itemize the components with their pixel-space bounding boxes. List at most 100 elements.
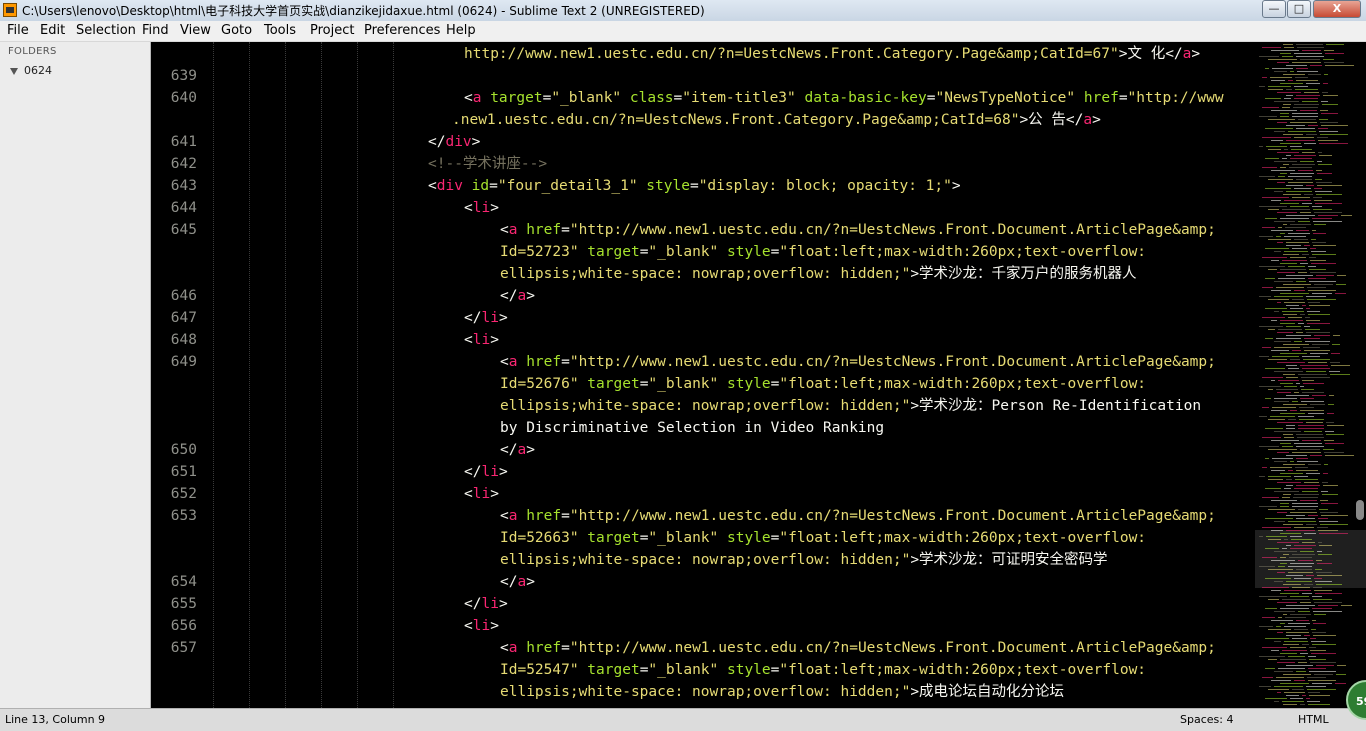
minimap-code-stroke — [1286, 89, 1292, 90]
minimap-code-stroke — [1303, 383, 1324, 384]
minimap-code-stroke — [1319, 521, 1338, 522]
menu-project[interactable]: Project — [310, 23, 354, 38]
minimap-code-stroke — [1296, 569, 1312, 570]
minimap-code-stroke — [1283, 674, 1311, 675]
minimap-code-stroke — [1298, 416, 1314, 417]
minimap-code-stroke — [1296, 383, 1300, 384]
code-token: li — [481, 596, 499, 612]
minimap-code-stroke — [1296, 671, 1306, 672]
code-token: style — [718, 376, 771, 392]
menu-file[interactable]: File — [7, 23, 29, 38]
minimap-code-stroke — [1304, 533, 1316, 534]
minimap-code-stroke — [1303, 347, 1320, 348]
code-token: href — [517, 508, 562, 524]
minimap-code-stroke — [1262, 137, 1291, 138]
menu-find[interactable]: Find — [142, 23, 169, 38]
minimap-code-stroke — [1274, 341, 1291, 342]
minimap-code-stroke — [1294, 578, 1311, 579]
minimap-code-stroke — [1322, 494, 1338, 495]
minimap-code-stroke — [1304, 245, 1310, 246]
code-token: ellipsis;white-space: nowrap;overflow: h… — [500, 684, 911, 700]
minimap-code-stroke — [1306, 83, 1320, 84]
minimap-code-stroke — [1293, 497, 1318, 498]
minimap-code-stroke — [1302, 368, 1330, 369]
minimap-code-stroke — [1337, 665, 1346, 666]
minimap-code-stroke — [1325, 65, 1354, 66]
minimap-code-stroke — [1259, 236, 1273, 237]
maximize-button[interactable]: □ — [1287, 0, 1311, 18]
minimap-code-stroke — [1262, 437, 1281, 438]
code-token: </ — [464, 310, 482, 326]
minimap-code-stroke — [1312, 242, 1326, 243]
minimap-code-stroke — [1322, 92, 1328, 93]
code-token: div — [445, 134, 472, 150]
menu-selection[interactable]: Selection — [76, 23, 136, 38]
minimap-code-stroke — [1307, 701, 1320, 702]
minimize-button[interactable]: — — [1262, 0, 1286, 18]
minimap-code-stroke — [1271, 110, 1297, 111]
minimap-code-stroke — [1309, 281, 1336, 282]
code-editor[interactable]: 639 640 641 642 643 644 645 646 647 648 649 650 651 6… — [151, 42, 1255, 708]
minimap-code-stroke — [1312, 293, 1332, 294]
menu-preferences[interactable]: Preferences — [364, 23, 440, 38]
code-token: a — [517, 574, 527, 590]
scrollbar-thumb[interactable] — [1356, 500, 1364, 520]
minimap-code-stroke — [1290, 410, 1297, 411]
minimap-code-stroke — [1310, 638, 1316, 639]
minimap-code-stroke — [1268, 419, 1285, 420]
sublime-app-icon[interactable] — [3, 3, 17, 17]
line-number: 656 — [170, 618, 197, 634]
minimap-code-stroke — [1300, 653, 1308, 654]
code-token: "float:left;max-width:260px;text-overflo… — [779, 662, 1147, 678]
code-token: >公 告</ — [1019, 112, 1084, 128]
minimap-code-stroke — [1282, 158, 1287, 159]
syntax-mode[interactable]: HTML — [1298, 713, 1329, 726]
minimap-code-stroke — [1298, 170, 1313, 171]
minimap-code-stroke — [1282, 107, 1290, 108]
code-line: <li> — [464, 329, 499, 351]
indentation-setting[interactable]: Spaces: 4 — [1180, 713, 1233, 726]
minimap-code-stroke — [1268, 269, 1277, 270]
minimap-code-stroke — [1315, 203, 1342, 204]
minimap-code-stroke — [1315, 191, 1332, 192]
minimap-code-stroke — [1297, 47, 1324, 48]
code-token: href — [517, 640, 562, 656]
close-button[interactable]: X — [1313, 0, 1361, 18]
code-token: a — [517, 442, 527, 458]
minimap-code-stroke — [1306, 524, 1317, 525]
code-token: > — [490, 618, 499, 634]
minimap-code-stroke — [1280, 413, 1305, 414]
minimap-code-stroke — [1268, 389, 1273, 390]
minimap-code-stroke — [1310, 404, 1325, 405]
minimap-code-stroke — [1288, 470, 1293, 471]
minimap-code-stroke — [1290, 614, 1311, 615]
minimap-code-stroke — [1292, 587, 1310, 588]
minimap-code-stroke — [1305, 329, 1320, 330]
minimap-code-stroke — [1280, 383, 1293, 384]
minimap-code-stroke — [1276, 338, 1301, 339]
minimap-code-stroke — [1282, 599, 1310, 600]
minimap-code-stroke — [1280, 608, 1309, 609]
minimap-code-stroke — [1286, 140, 1315, 141]
code-line: <a href="http://www.new1.uestc.edu.cn/?n… — [500, 505, 1216, 527]
minimap-code-stroke — [1294, 392, 1299, 393]
minimap-code-stroke — [1297, 461, 1318, 462]
menu-tools[interactable]: Tools — [264, 23, 296, 38]
menu-goto[interactable]: Goto — [221, 23, 252, 38]
minimap-code-stroke — [1307, 311, 1320, 312]
folder-item[interactable]: 0624 — [10, 64, 52, 77]
menu-edit[interactable]: Edit — [40, 23, 65, 38]
minimap-code-stroke — [1325, 53, 1344, 54]
minimap[interactable] — [1255, 42, 1366, 708]
menu-help[interactable]: Help — [446, 23, 476, 38]
minimap-code-stroke — [1310, 248, 1316, 249]
code-token: = — [673, 90, 683, 106]
menu-view[interactable]: View — [180, 23, 211, 38]
code-token: "_blank" — [648, 376, 719, 392]
minimap-code-stroke — [1265, 638, 1289, 639]
minimap-code-stroke — [1300, 410, 1324, 411]
minimap-code-stroke — [1336, 674, 1346, 675]
expand-triangle-icon[interactable] — [10, 67, 18, 75]
minimap-code-stroke — [1302, 356, 1320, 357]
minimap-code-stroke — [1300, 59, 1320, 60]
